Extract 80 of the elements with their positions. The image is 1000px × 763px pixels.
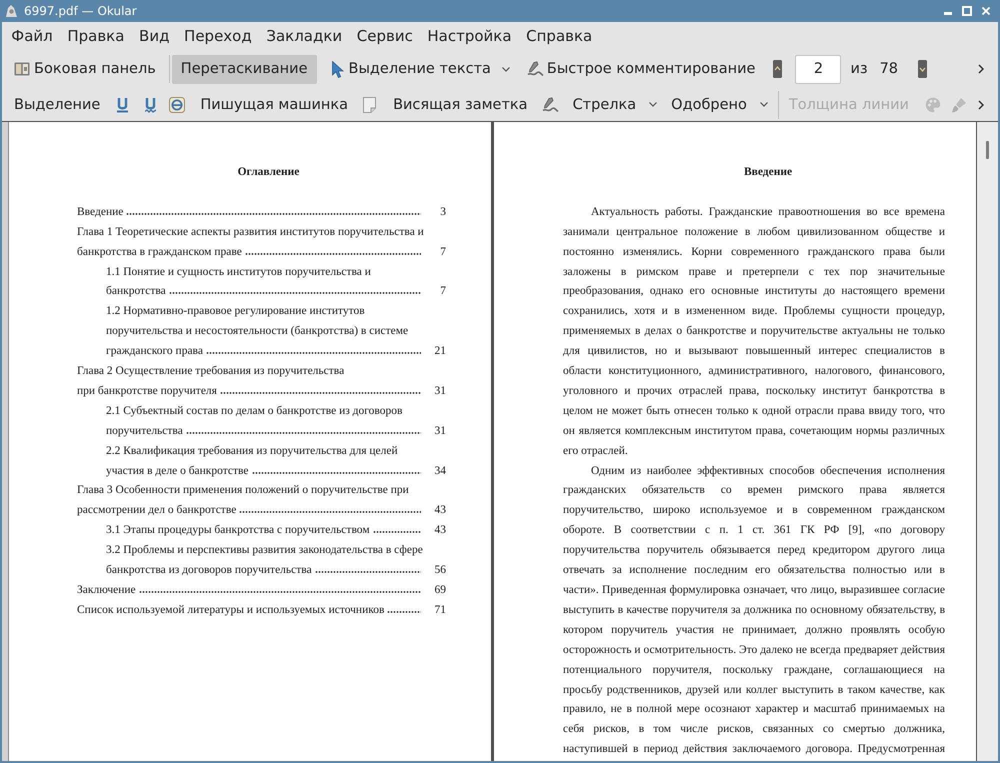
body-paragraph: Актуальность работы. Гражданские правоотношения во все времена занимали центральное положение в любом цивилизованном обществе и постоянно изменялись. Корни современного гражданского права были заложены в римском праве и претерпели с тех пор значительные преобразования, однако его основные институты до настоящего времени сохранились, хотя и в измененном виде. Проблемы сущности процедур, применяемых в делах о банкротстве и поручительстве актуальны не только для цивилистов, но и вызывают повышенный интерес специалистов в области конституционного, административного, налогового, финансового, уголовного и прочих отраслей права, поскольку институт банкротства в целом не может быть отнесен только к одной отрасли права ввиду того, что он является комплексным институтом права, сочетающим нормы различных его отраслей.: [563, 204, 945, 459]
chevron-right-icon[interactable]: [978, 100, 984, 110]
scrollbar-thumb[interactable]: [986, 141, 989, 159]
toc-entry-title: поручительства: [106, 424, 183, 439]
annotation-tool-button[interactable]: Пишущая машинка: [196, 90, 352, 119]
annotation-tool-button[interactable]: Висящая заметка: [389, 90, 532, 119]
page-heading: Введение: [742, 165, 794, 180]
maximize-icon[interactable]: [962, 6, 972, 16]
arrow-down-icon[interactable]: [918, 60, 928, 78]
close-icon[interactable]: [982, 7, 990, 15]
toc-entry-title: Введение: [77, 204, 124, 220]
dot-leader: [387, 610, 421, 613]
squiggle-underline-icon[interactable]: [145, 96, 156, 112]
mode-button[interactable]: Перетаскивание: [172, 54, 316, 84]
toc-page-number: 31: [434, 424, 446, 439]
page-of-label: из: [850, 61, 868, 77]
sidebar-button[interactable]: Боковая панель: [10, 54, 160, 84]
menu-item[interactable]: Настройка: [420, 23, 519, 49]
toc-page-number: 71: [434, 602, 446, 618]
menu-item[interactable]: Правка: [60, 23, 132, 49]
toc-entry-title: поручительства и несостоятельности (банкротства) в системе: [106, 324, 408, 340]
underline-icon[interactable]: [117, 96, 128, 112]
toc-entry-title: банкротства в гражданском праве: [77, 244, 242, 260]
toc-entry-title: 3.1 Этапы процедуры банкротства с поручительством: [106, 523, 370, 538]
toc-entry-title: Глава 1 Теоретические аспекты развития институтов поручительства и: [77, 224, 424, 240]
annotation-tool-dropdown[interactable]: Стрелка: [568, 90, 662, 119]
toc-page-number: 69: [434, 583, 446, 598]
toc-page-number: 43: [434, 503, 446, 518]
dot-leader: [372, 531, 421, 534]
body-paragraph: Одним из наиболее эффективных способов обеспечения исполнения гражданских обязательств со времен римского права является поручительство, широко используемое и в современном гражданском обороте. В соответствии с п. 1 ст. 361 ГК РФ [9], «по договору поручительства поручитель обязывается перед кредитором другого лица отвечать за исполнение последним его обязательства полностью или в части». Приведенная формулировка означает, что лицо, выразившее согласие выступить в качестве поручителя за должника по основному обязательству, в котором поручитель участия не принимает, должно проявлять особую осторожность и осмотрительность. Это далеко не всегда предваряет действия потенциального поручителя, поскольку граждане, соглашающиеся на просьбу родственников, друзей или коллег выступить в таком качестве, как правило, не в полной мере осознают характер и масштаб принимаемых на себя рисков, в том числе рисков, связанных со смертью должника, наступившей в период действия заключаемого договора. Предусмотренная: [563, 464, 945, 758]
cursor-icon: [332, 60, 344, 78]
toc-page-number: 7: [440, 284, 446, 300]
page-heading: Оглавление: [236, 165, 300, 180]
toc-page-number: 7: [440, 244, 446, 260]
scrollbar[interactable]: [977, 122, 998, 761]
note-icon[interactable]: [363, 96, 376, 112]
annotation-tool-button[interactable]: Выделение: [10, 90, 104, 119]
toc-page-number: 34: [434, 464, 446, 479]
caret-icon: [760, 102, 768, 107]
caret-icon: [649, 102, 658, 107]
chevron-right-icon[interactable]: [978, 64, 984, 74]
page-count-label: 78: [880, 61, 898, 77]
menu-item[interactable]: Переход: [176, 23, 260, 49]
menu-item[interactable]: Справка: [518, 23, 600, 49]
toc-entry-title: гражданского права: [106, 344, 203, 360]
toc-page-number: 43: [434, 523, 446, 538]
toc-entry-title: Глава 3 Особенности применения положений о поручительстве при: [77, 483, 409, 498]
menu-item[interactable]: Закладки: [259, 23, 350, 49]
toc-page-number: 31: [434, 384, 446, 399]
toc-entry-title: 1.2 Нормативно-правовое регулирование институтов: [106, 304, 365, 320]
toc-entry-title: Глава 2 Осуществление требования из поручительства: [77, 364, 344, 380]
toc-page-number: 21: [434, 344, 446, 360]
app-icon: [5, 4, 18, 18]
page-number-field[interactable]: 2: [795, 54, 842, 84]
menu-item[interactable]: Сервис: [349, 23, 420, 49]
pen-icon: [526, 61, 544, 77]
toc-entry-title: 3.2 Проблемы и перспективы развития законодательства в сфере: [106, 543, 423, 558]
menu-item[interactable]: Файл: [4, 23, 60, 49]
sidebar-icon: [14, 61, 30, 77]
toc-entry-title: 2.2 Квалификация требования из поручительства для целей: [106, 444, 398, 459]
strikethrough-icon[interactable]: [169, 96, 186, 112]
toc-page-number: 56: [434, 563, 446, 578]
arrow-up-icon[interactable]: [773, 60, 782, 78]
toc-entry-title: Список используемой литературы и используемых источников: [77, 602, 384, 618]
quick-annotation-button[interactable]: Быстрое комментирование: [522, 54, 760, 84]
toc-entry-title: при банкротстве поручителя: [77, 384, 217, 399]
toc-entry-title: банкротства из договоров поручительства: [106, 563, 312, 578]
window-title: 6997.pdf — Okular: [24, 4, 137, 18]
toc-entry-title: Заключение: [77, 583, 136, 598]
toc-entry-title: 1.1 Понятие и сущность институтов поручительства и: [106, 264, 371, 280]
toc-page-number: 3: [440, 204, 446, 220]
mode-button[interactable]: Выделение текста: [328, 54, 514, 84]
pen-icon[interactable]: [542, 96, 559, 112]
annotation-tool-dropdown[interactable]: Одобрено: [667, 90, 772, 119]
toc-entry-title: рассмотрении дел о банкротстве: [77, 503, 236, 518]
toc-entry-title: участия в деле о банкротстве: [106, 464, 248, 479]
menu-item[interactable]: Вид: [132, 23, 177, 49]
caret-icon: [502, 66, 510, 72]
toc-entry-title: 2.1 Субъектный состав по делам о банкротстве из договоров: [106, 404, 402, 419]
toc-entry-title: банкротства: [106, 284, 166, 300]
